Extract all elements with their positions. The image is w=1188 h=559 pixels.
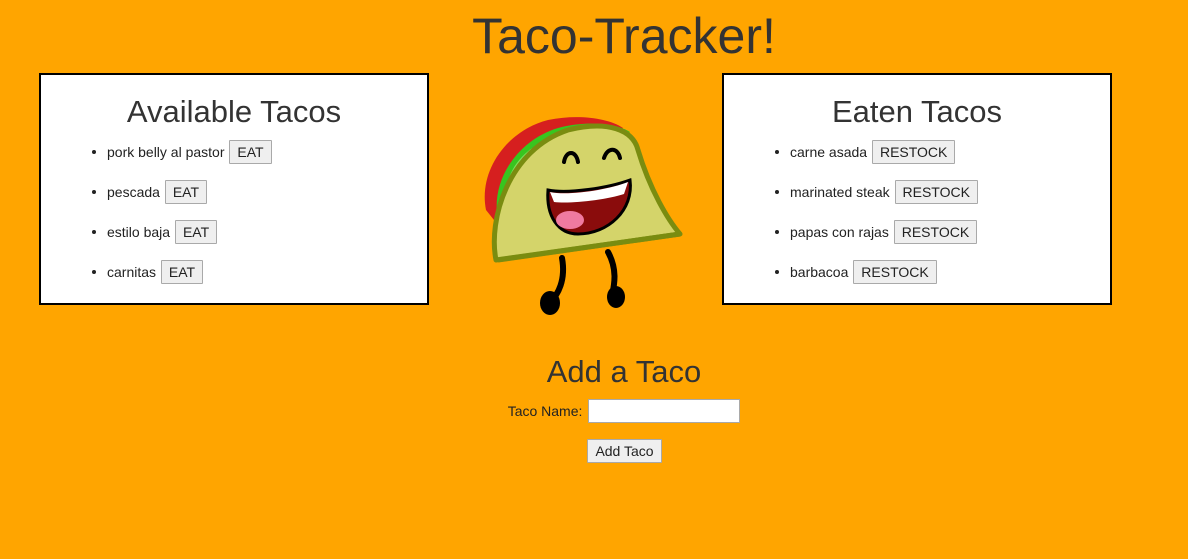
taco-name: carne asada [790,143,868,160]
eat-button[interactable]: EAT [160,260,204,285]
list-item: barbacoa RESTOCK [790,259,1110,299]
list-item: pork belly al pastor EAT [107,139,427,179]
smiling-taco-icon [484,117,683,315]
eaten-tacos-panel: Eaten Tacos carne asada RESTOCK marinate… [722,73,1112,305]
restock-button[interactable]: RESTOCK [871,140,956,165]
list-item: marinated steak RESTOCK [790,179,1110,219]
available-tacos-panel: Available Tacos pork belly al pastor EAT… [39,73,429,305]
taco-name-label: Taco Name: [507,403,583,419]
taco-name-input[interactable] [588,399,741,423]
add-taco-button[interactable]: Add Taco [587,439,662,463]
taco-name-row: Taco Name: [0,399,1188,423]
list-item: estilo baja EAT [107,219,427,259]
list-item: papas con rajas RESTOCK [790,219,1110,259]
restock-button[interactable]: RESTOCK [894,180,978,205]
taco-name: marinated steak [790,183,890,200]
eat-button[interactable]: EAT [174,220,218,245]
taco-name: pescada [107,183,160,200]
list-item: pescada EAT [107,179,427,219]
taco-name: papas con rajas [790,223,889,240]
available-tacos-list: pork belly al pastor EAT pescada EAT est… [41,139,427,299]
taco-name: pork belly al pastor [107,143,225,160]
taco-name: estilo baja [107,223,171,240]
eat-button[interactable]: EAT [229,140,272,165]
taco-name: carnitas [107,263,157,280]
available-tacos-heading: Available Tacos [126,94,342,129]
taco-name: barbacoa [790,263,849,280]
page-title: Taco-Tracker! [472,8,776,64]
page: Taco-Tracker! Available Tacos pork belly… [0,0,1188,559]
eaten-tacos-heading: Eaten Tacos [831,94,1003,129]
eat-button[interactable]: EAT [164,180,208,205]
submit-row: Add Taco [0,439,1188,463]
list-item: carne asada RESTOCK [790,139,1110,179]
add-taco-form: Add a Taco Taco Name: Add Taco [0,352,1188,463]
restock-button[interactable]: RESTOCK [853,260,937,285]
eaten-tacos-list: carne asada RESTOCK marinated steak REST… [724,139,1110,299]
restock-button[interactable]: RESTOCK [893,220,978,245]
list-item: carnitas EAT [107,259,427,299]
add-taco-heading: Add a Taco [546,354,702,389]
